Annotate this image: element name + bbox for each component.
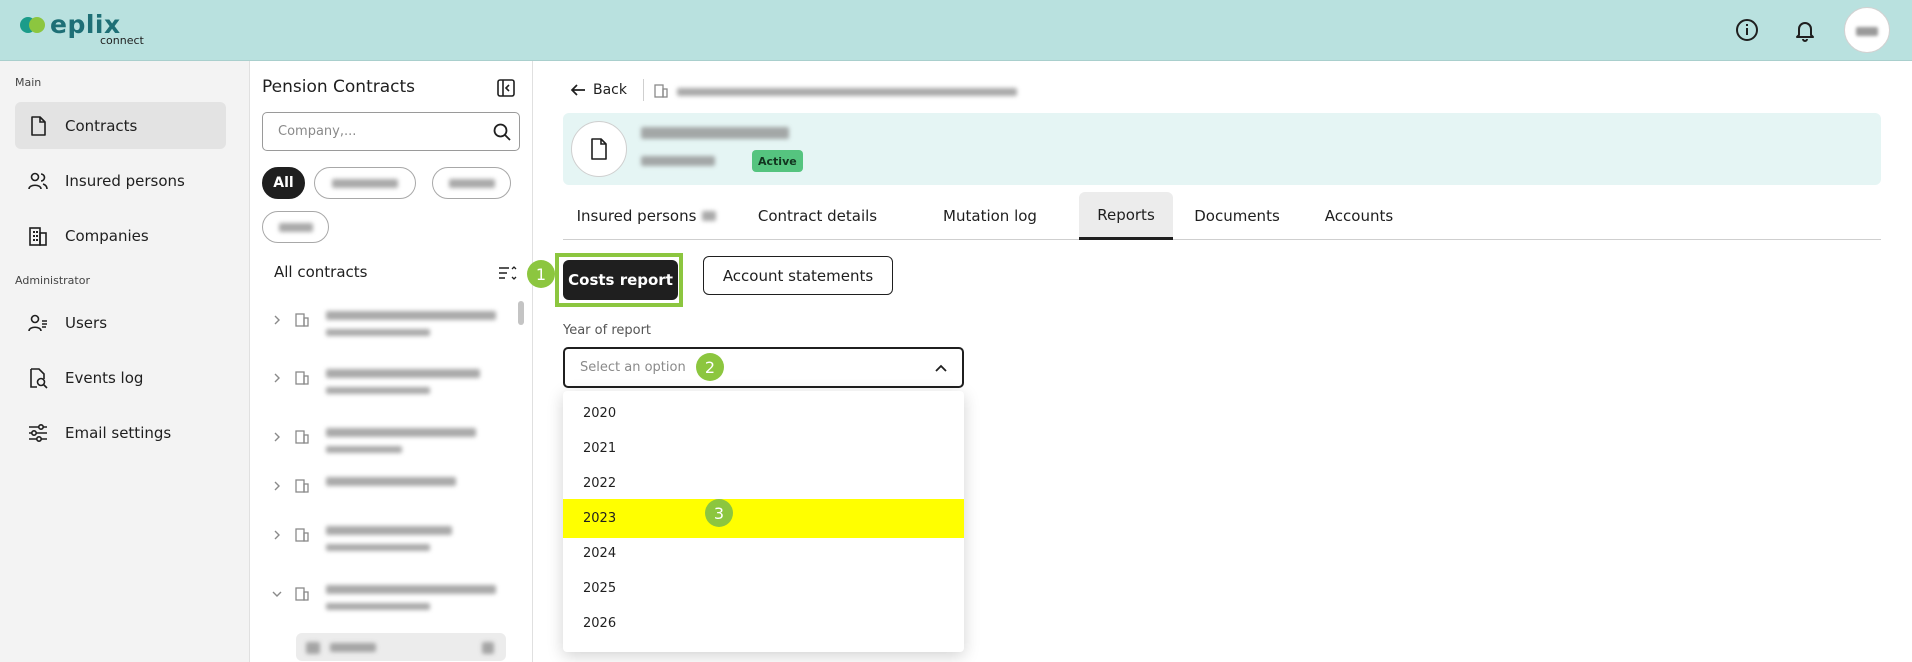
step-marker-1: 1 bbox=[527, 260, 555, 288]
sidebar-item-users[interactable]: Users bbox=[15, 299, 226, 346]
tab-accounts[interactable]: Accounts bbox=[1299, 192, 1419, 240]
chevron-down-icon bbox=[272, 591, 282, 597]
sliders-icon bbox=[29, 423, 47, 442]
filter-chip-4[interactable] bbox=[262, 211, 329, 243]
list-item[interactable] bbox=[250, 575, 520, 625]
list-subitem[interactable] bbox=[296, 633, 506, 661]
user-avatar[interactable] bbox=[1844, 7, 1890, 53]
back-label: Back bbox=[593, 82, 627, 98]
logo-mark-icon bbox=[20, 15, 46, 35]
section-administrator: Administrator bbox=[15, 274, 90, 287]
costs-report-button[interactable]: Costs report bbox=[563, 260, 678, 300]
list-item[interactable] bbox=[250, 359, 520, 409]
logo-subtitle: connect bbox=[100, 34, 144, 47]
breadcrumb-company bbox=[677, 88, 1017, 96]
building-icon bbox=[295, 479, 309, 493]
contracts-list-panel: Pension Contracts All All contracts bbox=[250, 61, 533, 662]
filter-chip-all[interactable]: All bbox=[262, 167, 305, 199]
arrow-left-icon bbox=[570, 84, 585, 96]
year-option-2026[interactable]: 2026 bbox=[563, 604, 964, 643]
chevron-right-icon bbox=[274, 432, 280, 442]
sidebar-item-label: Companies bbox=[65, 226, 149, 245]
list-title: Pension Contracts bbox=[262, 77, 416, 97]
contract-name bbox=[641, 127, 789, 139]
sidebar: Main Contracts Insured persons Companies… bbox=[0, 61, 250, 662]
year-option-2020[interactable]: 2020 bbox=[563, 394, 964, 433]
search-input[interactable] bbox=[263, 113, 483, 150]
list-item[interactable] bbox=[250, 301, 520, 351]
back-button[interactable]: Back bbox=[569, 81, 627, 99]
year-option-2021[interactable]: 2021 bbox=[563, 429, 964, 468]
building-icon bbox=[295, 528, 309, 542]
building-icon bbox=[654, 84, 668, 98]
year-select-placeholder: Select an option bbox=[580, 360, 686, 375]
tab-insured-persons[interactable]: Insured persons bbox=[563, 192, 730, 240]
year-option-2022[interactable]: 2022 bbox=[563, 464, 964, 503]
building-icon bbox=[295, 371, 309, 385]
filter-chip-2[interactable] bbox=[314, 167, 416, 199]
sidebar-item-companies[interactable]: Companies bbox=[15, 212, 226, 259]
sidebar-item-email-settings[interactable]: Email settings bbox=[15, 409, 226, 456]
top-bar: eplix connect bbox=[0, 0, 1912, 61]
building-icon bbox=[29, 226, 47, 246]
sidebar-item-contracts[interactable]: Contracts bbox=[15, 102, 226, 149]
people-icon bbox=[28, 172, 48, 189]
chevron-right-icon bbox=[274, 315, 280, 325]
step-marker-3: 3 bbox=[705, 499, 733, 527]
contract-tabs: Insured persons Contract details Mutatio… bbox=[563, 192, 1881, 240]
chevron-right-icon bbox=[274, 481, 280, 491]
year-option-2023[interactable]: 2023 bbox=[563, 499, 964, 538]
building-icon bbox=[295, 313, 309, 327]
contract-avatar bbox=[571, 121, 627, 177]
sort-icon[interactable] bbox=[498, 265, 518, 283]
collapse-panel-icon[interactable] bbox=[496, 78, 516, 98]
status-badge: Active bbox=[752, 150, 803, 172]
year-option-2025[interactable]: 2025 bbox=[563, 569, 964, 608]
year-dropdown: 2020 2021 2022 2023 2024 2025 2026 bbox=[563, 391, 964, 652]
all-contracts-heading: All contracts bbox=[274, 263, 368, 281]
sidebar-item-label: Events log bbox=[65, 368, 144, 387]
tab-contract-details[interactable]: Contract details bbox=[730, 192, 905, 240]
building-icon bbox=[295, 430, 309, 444]
contract-number bbox=[641, 156, 715, 166]
chevron-right-icon bbox=[274, 530, 280, 540]
year-of-report-label: Year of report bbox=[563, 323, 652, 338]
sidebar-item-label: Email settings bbox=[65, 423, 172, 442]
info-icon[interactable] bbox=[1733, 16, 1761, 44]
sidebar-item-insured-persons[interactable]: Insured persons bbox=[15, 157, 226, 204]
tab-reports[interactable]: Reports bbox=[1079, 192, 1173, 240]
chevron-up-icon bbox=[935, 364, 947, 372]
sidebar-item-events-log[interactable]: Events log bbox=[15, 354, 226, 401]
bell-icon[interactable] bbox=[1791, 16, 1819, 44]
sidebar-item-label: Contracts bbox=[65, 116, 138, 135]
contract-header-card: Active bbox=[563, 113, 1881, 185]
sidebar-item-label: Users bbox=[65, 313, 108, 332]
main-content: Back Active Insured persons Contract det… bbox=[527, 61, 1912, 662]
eplix-logo[interactable]: eplix connect bbox=[20, 12, 144, 46]
filter-chip-3[interactable] bbox=[432, 167, 511, 199]
search-box bbox=[262, 112, 520, 151]
building-icon bbox=[295, 587, 309, 601]
sidebar-item-label: Insured persons bbox=[65, 171, 185, 190]
year-select[interactable]: Select an option bbox=[563, 347, 964, 388]
search-icon[interactable] bbox=[491, 121, 513, 143]
list-item[interactable] bbox=[250, 467, 520, 517]
step-marker-2: 2 bbox=[696, 353, 724, 381]
chevron-right-icon bbox=[274, 373, 280, 383]
breadcrumb-divider bbox=[643, 79, 644, 101]
list-item[interactable] bbox=[250, 418, 520, 468]
file-search-icon bbox=[30, 367, 48, 389]
section-main: Main bbox=[15, 76, 42, 89]
tab-documents[interactable]: Documents bbox=[1177, 192, 1297, 240]
tab-mutation-log[interactable]: Mutation log bbox=[905, 192, 1075, 240]
list-item[interactable] bbox=[250, 516, 520, 566]
user-group-icon bbox=[28, 314, 47, 331]
year-option-2024[interactable]: 2024 bbox=[563, 534, 964, 573]
document-icon bbox=[31, 115, 46, 136]
document-icon bbox=[591, 138, 607, 160]
account-statements-button[interactable]: Account statements bbox=[703, 256, 893, 295]
